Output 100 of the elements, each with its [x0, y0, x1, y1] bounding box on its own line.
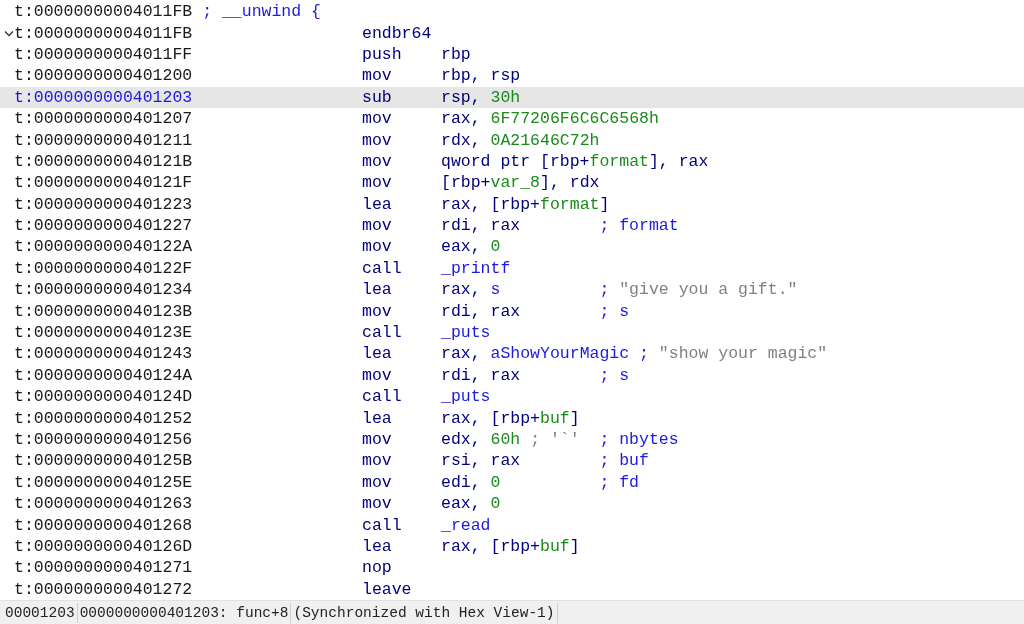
code-line[interactable]: t:00000000004011FB endbr64 — [0, 22, 1024, 44]
code-line[interactable]: t:0000000000401268 call _read — [0, 514, 1024, 536]
mnemonic-text: endbr64 — [362, 23, 433, 43]
code-line[interactable]: t:000000000040122F call _printf — [0, 257, 1024, 280]
code-line[interactable]: t:0000000000401211 mov rdx, 0A21646C72h — [0, 129, 1024, 151]
address-text: t:0000000000401207 — [14, 109, 194, 129]
operand-text: _puts — [441, 323, 492, 343]
address-text: t:0000000000401234 — [14, 280, 194, 300]
operand-text: rax, aShowYourMagic — [441, 344, 631, 364]
mnemonic-text: mov — [362, 494, 393, 514]
mnemonic-text: mov — [362, 301, 393, 321]
address-text: t:000000000040124A — [14, 365, 194, 385]
code-line[interactable]: t:0000000000401200 mov rbp, rsp — [0, 65, 1024, 87]
mnemonic-text: mov — [362, 451, 393, 471]
address-text: t:0000000000401256 — [14, 430, 194, 449]
address-text: t:00000000004011FF — [14, 44, 194, 64]
operand-text: edx, 60h ; '`' — [441, 430, 581, 449]
operand-text: rdx, 0A21646C72h — [441, 130, 601, 150]
address-text: t:000000000040124D — [14, 387, 194, 407]
operand-text: rdi, rax — [441, 365, 522, 385]
code-line[interactable]: t:00000000004011FF push rbp — [0, 43, 1024, 66]
code-line[interactable]: t:000000000040125B mov rsi, rax ; buf — [0, 450, 1024, 472]
operand-text: rax, 6F77206F6C6C6568h — [441, 109, 660, 129]
code-line[interactable]: t:0000000000401256 mov edx, 60h ; '`' ; nbytes — [0, 428, 1024, 451]
chevron-down-icon[interactable] — [4, 29, 14, 37]
mnemonic-text: mov — [362, 173, 393, 193]
address-text: t:00000000004011FB — [14, 23, 194, 43]
status-text: (Synchronized with Hex View-1) — [291, 602, 558, 623]
code-line[interactable]: t:000000000040122A mov eax, 0 — [0, 236, 1024, 258]
address-text: t:000000000040126D — [14, 536, 194, 556]
address-text: t:0000000000401263 — [14, 494, 194, 514]
mnemonic-text: call — [362, 515, 403, 535]
operand-text: _read — [441, 515, 492, 535]
mnemonic-text: call — [362, 323, 403, 343]
code-line[interactable]: t:000000000040121B mov qword ptr [rbp+format], rax — [0, 150, 1024, 173]
operand-text: rax, [rbp+format] — [441, 194, 611, 214]
code-line[interactable]: t:000000000040126D lea rax, [rbp+buf] — [0, 535, 1024, 558]
address-text: t:000000000040122F — [14, 258, 194, 278]
address-text: t:0000000000401252 — [14, 408, 194, 428]
address-text: t:000000000040123E — [14, 323, 194, 343]
code-line[interactable]: t:0000000000401272 leave — [0, 578, 1024, 600]
code-line[interactable]: t:000000000040125E mov edi, 0 ; fd — [0, 471, 1024, 493]
mnemonic-text: mov — [362, 151, 393, 171]
mnemonic-text: lea — [362, 408, 393, 428]
address-text: t:0000000000401243 — [14, 344, 194, 364]
mnemonic-text: mov — [362, 130, 393, 150]
code-line[interactable]: t:0000000000401207 mov rax, 6F77206F6C6C6568h — [0, 107, 1024, 130]
comment-text: ; __unwind { — [202, 2, 321, 22]
operand-text: rbp — [441, 44, 472, 64]
mnemonic-text: leave — [362, 579, 413, 599]
operand-text: rax, [rbp+buf] — [441, 536, 581, 556]
operand-text: rbp, rsp — [441, 66, 522, 86]
code-line[interactable]: t:0000000000401223 lea rax, [rbp+format] — [0, 193, 1024, 215]
operand-text: rsi, rax — [441, 451, 522, 471]
address-text: t:0000000000401268 — [14, 515, 194, 535]
mnemonic-text: mov — [362, 66, 393, 86]
code-line[interactable]: t:000000000040123B mov rdi, rax ; s — [0, 300, 1024, 322]
mnemonic-text: lea — [362, 344, 393, 364]
mnemonic-text: mov — [362, 237, 393, 257]
operand-text: _printf — [441, 258, 512, 278]
address-text: t:000000000040121B — [14, 151, 194, 171]
operand-text: edi, 0 — [441, 472, 502, 492]
comment-text: ; "give you a gift." — [599, 280, 798, 300]
comment-text: ; buf — [599, 451, 649, 471]
mnemonic-text: sub — [362, 87, 393, 107]
comment-text: ; "show your magic" — [639, 344, 828, 364]
mnemonic-text: lea — [362, 280, 393, 300]
operand-text: qword ptr [rbp+format], rax — [441, 151, 710, 171]
address-text: t:000000000040125B — [14, 451, 194, 471]
code-line[interactable]: t:0000000000401271 nop — [0, 557, 1024, 579]
comment-text: ; format — [599, 216, 679, 236]
code-line[interactable]: t:0000000000401227 mov rdi, rax ; format — [0, 214, 1024, 237]
operand-text: rax, s — [441, 280, 502, 300]
code-line[interactable]: t:000000000040124D call _puts — [0, 386, 1024, 408]
code-line[interactable]: t:0000000000401252 lea rax, [rbp+buf] — [0, 407, 1024, 429]
mnemonic-text: mov — [362, 109, 393, 129]
code-line[interactable]: t:0000000000401263 mov eax, 0 — [0, 493, 1024, 515]
code-line[interactable]: t:0000000000401234 lea rax, s ; "give you a gift." — [0, 279, 1024, 301]
mnemonic-text: lea — [362, 194, 393, 214]
comment-text: ; nbytes — [599, 430, 679, 449]
mnemonic-text: nop — [362, 558, 393, 578]
operand-text: [rbp+var_8], rdx — [441, 173, 601, 193]
comment-text: ; s — [599, 301, 630, 321]
operand-text: eax, 0 — [441, 494, 502, 514]
operand-text: rax, [rbp+buf] — [441, 408, 581, 428]
mnemonic-text: call — [362, 387, 403, 407]
address-text: t:0000000000401271 — [14, 558, 194, 578]
code-line[interactable]: t:000000000040123E call _puts — [0, 321, 1024, 344]
code-line[interactable]: t:0000000000401243 lea rax, aShowYourMagic ; "show your magic" — [0, 343, 1024, 365]
code-line[interactable]: t:000000000040124A mov rdi, rax ; s — [0, 364, 1024, 387]
mnemonic-text: push — [362, 44, 403, 64]
address-text: t:000000000040122A — [14, 237, 194, 257]
address-text: t:0000000000401200 — [14, 66, 194, 86]
address-text: t:000000000040123B — [14, 301, 194, 321]
operand-text: rdi, rax — [441, 216, 522, 236]
mnemonic-text: mov — [362, 216, 393, 236]
address-text: t:000000000040125E — [14, 472, 194, 492]
comment-text: ; s — [599, 365, 630, 385]
code-line[interactable]: t:000000000040121F mov [rbp+var_8], rdx — [0, 172, 1024, 194]
address-text: t:0000000000401203 — [14, 87, 194, 107]
